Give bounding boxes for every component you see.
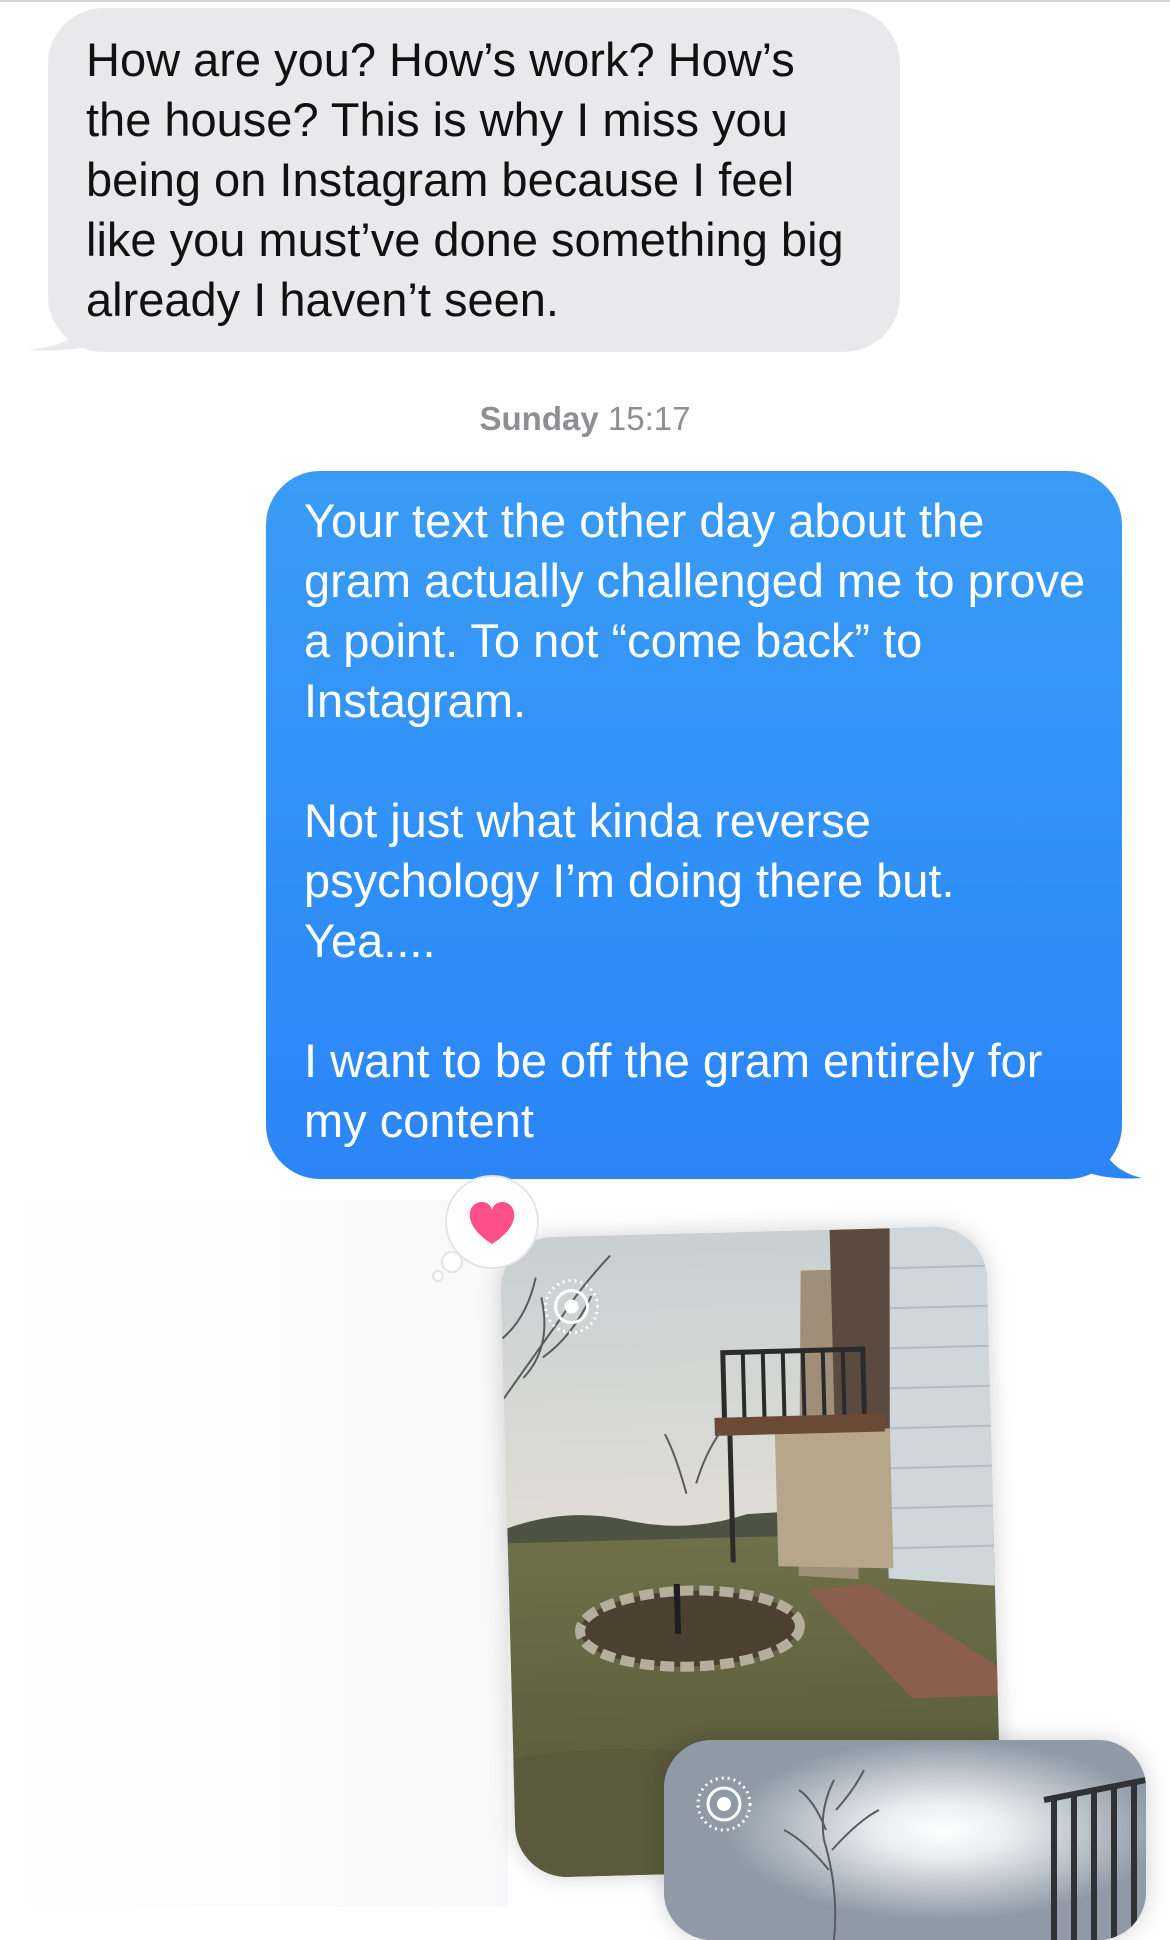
background-shade: [0, 1200, 508, 1907]
message-timestamp: Sunday 15:17: [0, 400, 1170, 438]
timestamp-day: Sunday: [479, 400, 599, 437]
timestamp-time: 15:17: [607, 400, 691, 437]
received-message-bubble[interactable]: How are you? How’s work? How’s the house…: [48, 8, 900, 352]
sent-paragraph-2: Not just what kinda reverse psychology I…: [304, 794, 955, 967]
sent-message-bubble[interactable]: Your text the other day about the gram a…: [266, 471, 1122, 1179]
live-photo-icon: [696, 1776, 752, 1832]
sky-photo: [664, 1740, 1146, 1940]
received-message-text: How are you? How’s work? How’s the house…: [86, 33, 844, 326]
heart-tapback[interactable]: [430, 1170, 542, 1282]
sent-paragraph-3: I want to be off the gram entirely for m…: [304, 1034, 1043, 1147]
photo-attachment-sky[interactable]: [664, 1740, 1146, 1940]
live-photo-icon: [544, 1279, 600, 1335]
top-divider: [0, 0, 1170, 2]
sent-paragraph-1: Your text the other day about the gram a…: [304, 494, 1086, 727]
